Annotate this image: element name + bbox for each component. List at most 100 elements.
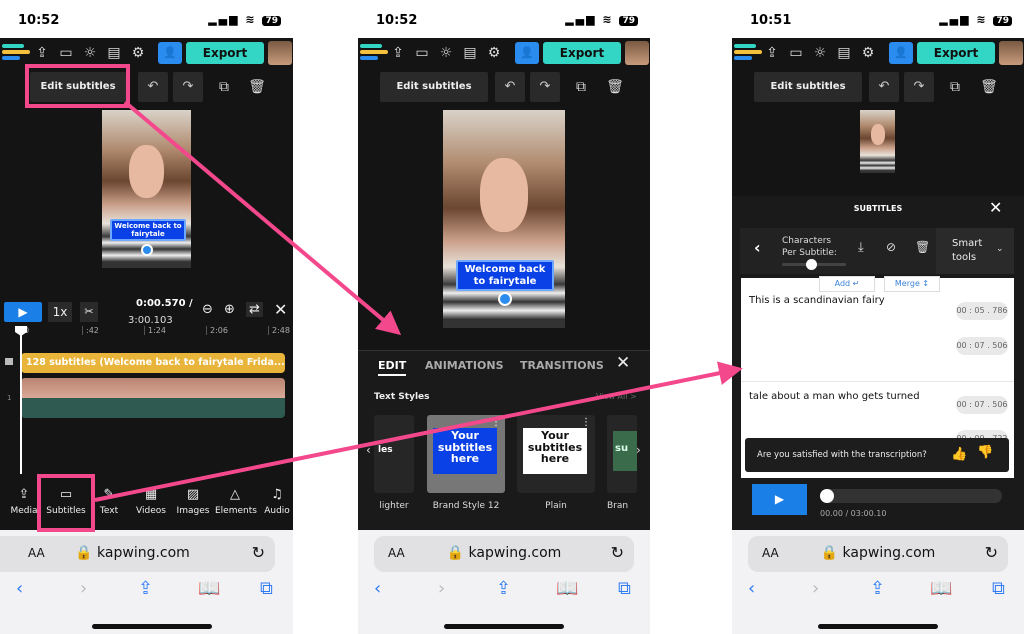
style-card[interactable]: su [607, 415, 637, 493]
subtitle-row[interactable]: This is a scandinavian fairy 00 : 05 . 7… [741, 292, 1014, 382]
forward-icon[interactable]: › [80, 578, 87, 599]
progress-slider[interactable] [820, 489, 1002, 503]
redo-button[interactable]: ↷ [904, 72, 934, 102]
undo-button[interactable]: ↶ [138, 72, 168, 102]
timeline-ruler[interactable]: 0 :42 1:24 2:06 2:48 [0, 326, 293, 340]
play-button[interactable]: ▶ [752, 484, 807, 515]
close-icon[interactable]: ✕ [616, 353, 630, 373]
undo-button[interactable]: ↶ [869, 72, 899, 102]
address-bar[interactable]: AA 🔒 kapwing.com ↻ [0, 536, 275, 572]
tab-animations[interactable]: ANIMATIONS [425, 359, 504, 372]
rotate-handle[interactable] [498, 292, 512, 306]
more-icon[interactable]: ⋮ [581, 417, 591, 428]
close-timeline-icon[interactable]: ✕ [274, 300, 287, 319]
gear-icon[interactable]: ⚙ [128, 43, 148, 63]
export-button[interactable]: Export [543, 42, 621, 64]
lightbulb-icon[interactable]: ☼ [80, 43, 100, 63]
trash-icon[interactable]: 🗑 [979, 77, 999, 97]
subtitles-icon[interactable]: ▭ [412, 43, 432, 63]
zoom-out-icon[interactable]: ⊖ [202, 302, 213, 317]
edit-subtitles-button[interactable]: Edit subtitles [754, 72, 862, 102]
tab-transitions[interactable]: TRANSITIONS [520, 359, 604, 372]
subtitle-text[interactable]: tale about a man who gets turned [749, 391, 920, 402]
style-card-selected[interactable]: Your subtitles here ⋮ [427, 415, 505, 493]
lightbulb-icon[interactable]: ☼ [810, 43, 830, 63]
swap-icon[interactable]: ⇄ [246, 302, 263, 317]
gear-icon[interactable]: ⚙ [858, 43, 878, 63]
trash-icon[interactable]: 🗑 [605, 77, 625, 97]
subtitle-overlay[interactable]: Welcome back to fairytale [110, 219, 186, 242]
duplicate-icon[interactable]: ⧉ [571, 77, 591, 97]
upload-icon[interactable]: ⇪ [762, 43, 782, 63]
comment-icon[interactable]: ▤ [104, 43, 124, 63]
back-icon[interactable]: ‹ [754, 238, 761, 257]
tab-edit[interactable]: EDIT [378, 359, 407, 376]
duplicate-icon[interactable]: ⧉ [945, 77, 965, 97]
smart-tools-button[interactable]: Smart tools ⌄ [936, 228, 1014, 274]
download-icon[interactable]: ⤓ [858, 240, 864, 255]
bookmarks-icon[interactable]: 📖 [930, 578, 952, 599]
playhead[interactable] [20, 328, 22, 474]
tabs-icon[interactable]: ⧉ [618, 578, 631, 599]
style-card[interactable]: Your subtitles here ⋮ [517, 415, 595, 493]
lightbulb-icon[interactable]: ☼ [436, 43, 456, 63]
subtitle-text[interactable]: This is a scandinavian fairy [749, 295, 885, 306]
rotate-handle[interactable] [141, 244, 153, 256]
share-users-button[interactable]: 👤 [515, 42, 539, 64]
tabs-icon[interactable]: ⧉ [992, 578, 1005, 599]
tool-images[interactable]: ▨ Images [173, 486, 213, 518]
merge-button[interactable]: Merge ↕ [884, 276, 940, 292]
address-bar[interactable]: AA 🔒 kapwing.com ↻ [374, 536, 634, 572]
gear-icon[interactable]: ⚙ [484, 43, 504, 63]
export-button[interactable]: Export [186, 42, 264, 64]
share-users-button[interactable]: 👤 [158, 42, 182, 64]
comment-icon[interactable]: ▤ [460, 43, 480, 63]
tool-text[interactable]: ✎ Text [89, 486, 129, 518]
avatar[interactable] [268, 41, 292, 65]
back-icon[interactable]: ‹ [16, 578, 23, 599]
forward-icon[interactable]: › [438, 578, 445, 599]
start-time[interactable]: 00 : 05 . 786 [956, 302, 1008, 320]
share-icon[interactable]: ⇪ [870, 578, 885, 599]
close-icon[interactable]: ✕ [989, 198, 1002, 217]
split-button[interactable]: ✂ [80, 302, 98, 322]
tool-elements[interactable]: △ Elements [215, 486, 257, 518]
tabs-icon[interactable]: ⧉ [260, 578, 273, 599]
upload-icon[interactable]: ⇪ [388, 43, 408, 63]
undo-button[interactable]: ↶ [495, 72, 525, 102]
thumbs-down-icon[interactable]: 👎 [977, 445, 993, 460]
address-bar[interactable]: AA 🔒 kapwing.com ↻ [748, 536, 1008, 572]
duplicate-icon[interactable]: ⧉ [214, 77, 234, 97]
more-icon[interactable]: ⋮ [491, 417, 501, 428]
view-all-link[interactable]: View All > [596, 392, 637, 401]
share-users-button[interactable]: 👤 [889, 42, 913, 64]
subtitles-icon[interactable]: ▭ [786, 43, 806, 63]
forward-icon[interactable]: › [812, 578, 819, 599]
avatar[interactable] [999, 41, 1023, 65]
subtitle-track[interactable]: 128 subtitles (Welcome back to fairytale… [21, 353, 285, 373]
edit-subtitles-button[interactable]: Edit subtitles [380, 72, 488, 102]
end-time[interactable]: 00 : 07 . 506 [956, 337, 1008, 355]
comment-icon[interactable]: ▤ [834, 43, 854, 63]
tool-audio[interactable]: ♫ Audio [257, 486, 293, 518]
speed-button[interactable]: 1x [48, 302, 72, 322]
upload-icon[interactable]: ⇪ [32, 43, 52, 63]
bookmarks-icon[interactable]: 📖 [198, 578, 220, 599]
trash-icon[interactable]: 🗑 [247, 77, 267, 97]
subtitle-overlay[interactable]: Welcome back to fairytale [456, 260, 554, 291]
subtitles-icon[interactable]: ▭ [56, 43, 76, 63]
avatar[interactable] [625, 41, 649, 65]
play-button[interactable]: ▶ [4, 302, 42, 322]
trash-icon[interactable]: 🗑 [915, 240, 930, 254]
hide-icon[interactable]: ⊘ [886, 240, 896, 254]
scroll-left-icon[interactable]: ‹ [366, 443, 371, 457]
zoom-in-icon[interactable]: ⊕ [224, 302, 235, 317]
video-preview[interactable] [860, 110, 895, 173]
reload-icon[interactable]: ↻ [611, 543, 624, 562]
slider-knob[interactable] [820, 489, 834, 503]
bookmarks-icon[interactable]: 📖 [556, 578, 578, 599]
back-icon[interactable]: ‹ [374, 578, 381, 599]
start-time[interactable]: 00 : 07 . 506 [956, 396, 1008, 414]
slider-knob[interactable] [805, 259, 817, 270]
add-subtitle-button[interactable]: Add ↵ [819, 276, 875, 292]
